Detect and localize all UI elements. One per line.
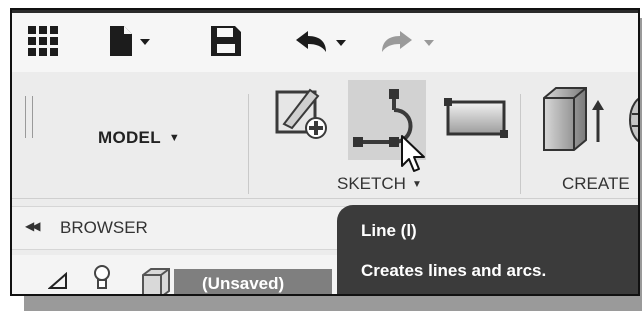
quick-access-toolbar <box>12 10 638 73</box>
sketch-panel-dropdown[interactable]: SKETCH ▼ <box>337 174 422 194</box>
toolbar-ribbon: MODEL ▼ SKETCH ▼ CREATE <box>12 72 638 199</box>
save-button[interactable] <box>208 24 244 58</box>
ribbon-divider <box>520 94 521 194</box>
chevron-down-icon <box>140 39 150 45</box>
create-sketch-button[interactable] <box>274 84 330 140</box>
sketch-panel-label: SKETCH <box>337 174 406 193</box>
document-name[interactable]: (Unsaved) <box>174 269 332 294</box>
data-panel-button[interactable] <box>26 24 60 58</box>
undo-icon <box>296 31 346 52</box>
app-window: MODEL ▼ SKETCH ▼ CREATE ◀◀ BROWSER (Unsa… <box>10 8 640 296</box>
tooltip-title: Line (l) <box>361 221 417 240</box>
extrude-icon <box>543 87 604 151</box>
lightbulb-icon[interactable] <box>92 263 112 293</box>
window-shadow <box>24 296 642 311</box>
component-icon <box>142 268 170 294</box>
mouse-cursor-icon <box>401 135 425 172</box>
revolve-tool-button[interactable] <box>624 90 638 150</box>
file-menu-button[interactable] <box>104 24 154 58</box>
undo-button[interactable] <box>292 24 354 58</box>
save-icon <box>211 26 241 56</box>
ribbon-divider <box>248 94 249 194</box>
chevron-down-icon <box>336 40 346 46</box>
browser-title: BROWSER <box>60 218 148 237</box>
rectangle-icon <box>444 98 508 138</box>
revolve-icon <box>629 97 638 143</box>
rectangle-tool-button[interactable] <box>444 96 508 140</box>
create-sketch-icon <box>275 88 327 139</box>
create-panel-label: CREATE <box>562 174 630 193</box>
workspace-switcher[interactable]: MODEL ▼ <box>98 128 180 148</box>
tooltip: Line (l) Creates lines and arcs. <box>337 205 638 294</box>
chevron-down-icon <box>424 40 434 46</box>
browser-header: ◀◀ BROWSER <box>12 206 352 250</box>
grid-icon <box>28 26 58 56</box>
tooltip-description: Creates lines and arcs. <box>361 261 547 280</box>
workspace-label: MODEL <box>98 128 161 147</box>
file-icon <box>110 26 150 56</box>
ribbon-grip[interactable] <box>25 96 33 138</box>
collapse-browser-icon[interactable]: ◀◀ <box>25 219 41 233</box>
redo-button[interactable] <box>376 24 442 58</box>
title-strip <box>12 10 638 13</box>
expand-triangle-icon[interactable] <box>48 272 68 290</box>
chevron-down-icon: ▼ <box>411 179 422 190</box>
chevron-down-icon: ▼ <box>168 132 181 144</box>
redo-icon <box>382 31 434 52</box>
extrude-tool-button[interactable] <box>540 82 610 154</box>
create-panel-dropdown[interactable]: CREATE <box>562 174 630 194</box>
